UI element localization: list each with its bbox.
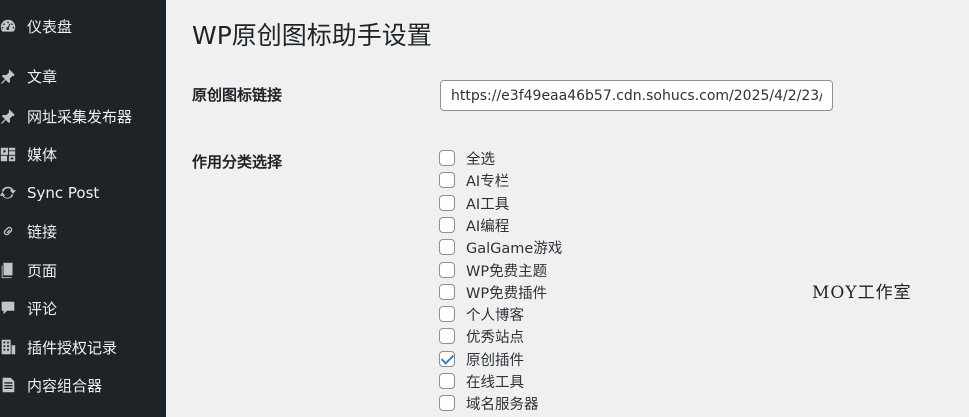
sidebar-item-label: 网址采集发布器 [27,107,133,126]
sidebar-item-label: 文章 [27,67,58,86]
checkbox[interactable] [439,217,455,233]
sidebar-item-label: Sync Post [27,184,100,202]
sidebar-item-license-records[interactable]: 插件授权记录 [0,328,166,366]
media-icon [0,144,18,164]
category-option-label: WP免费主题 [466,263,548,280]
category-option[interactable]: WP免费主题 [439,259,547,281]
category-option-label: 个人博客 [466,307,524,324]
sidebar-item-label: 仪表盘 [27,17,73,36]
sidebar-item-label: 评论 [27,299,58,318]
sync-icon [0,183,18,203]
checkbox[interactable] [439,150,455,166]
pin-icon [0,66,18,86]
category-option-label: 在线工具 [466,374,524,391]
category-option-label: GalGame游戏 [466,240,563,257]
category-option[interactable]: GalGame游戏 [439,236,562,258]
category-option[interactable]: AI专栏 [439,169,509,191]
sidebar-item-pages[interactable]: 页面 [0,251,166,289]
watermark: MOY工作室 [812,283,912,303]
sidebar-item-url-collector[interactable]: 网址采集发布器 [0,97,166,135]
sidebar-item-sync-post[interactable]: Sync Post [0,174,166,212]
page-title: WP原创图标助手设置 [192,21,432,50]
category-option-label: 优秀站点 [466,329,524,346]
category-option[interactable]: 在线工具 [439,370,524,392]
sidebar-item-label: 页面 [27,261,58,280]
category-option-label: 全选 [466,151,495,168]
checkbox[interactable] [439,172,455,188]
link-icon [0,221,18,241]
checkbox[interactable] [439,239,455,255]
category-option-label: AI编程 [466,218,510,235]
sidebar-item-label: 媒体 [27,145,58,164]
pin-icon [0,106,18,126]
checkbox[interactable] [439,262,455,278]
sidebar-item-dashboard[interactable]: 仪表盘 [0,7,166,45]
dashboard-icon [0,16,18,36]
category-option[interactable]: 全选 [439,147,495,169]
category-option-label: WP免费插件 [466,285,548,302]
category-option[interactable]: 域名服务器 [439,392,539,414]
category-option-label: AI专栏 [466,173,510,190]
checkbox[interactable] [439,306,455,322]
checkbox[interactable] [439,328,455,344]
sidebar-item-comments[interactable]: 评论 [0,289,166,327]
link-field-label: 原创图标链接 [192,86,283,104]
document-icon [0,375,18,395]
sidebar-item-label: 链接 [27,222,58,241]
sidebar-item-label: 内容组合器 [27,376,103,395]
sidebar-item-links[interactable]: 链接 [0,212,166,250]
category-field-label: 作用分类选择 [192,153,283,171]
checkbox-checked[interactable] [439,351,455,367]
page-icon [0,260,18,280]
checkbox[interactable] [439,284,455,300]
category-option[interactable]: WP免费插件 [439,281,547,303]
category-option-label: AI工具 [466,196,510,213]
icon-link-input[interactable] [440,80,833,111]
comment-icon [0,298,18,318]
checkbox[interactable] [439,195,455,211]
category-option[interactable]: AI编程 [439,214,509,236]
category-option-label: 原创插件 [466,352,524,369]
category-option[interactable]: 优秀站点 [439,325,524,347]
checkbox[interactable] [439,395,455,411]
building-icon [0,337,18,357]
category-option-label: 域名服务器 [466,396,539,413]
category-option[interactable]: 原创插件 [439,348,524,370]
sidebar-item-label: 插件授权记录 [27,338,118,357]
admin-sidebar: 仪表盘 文章 网址采集发布器 媒体 Sync Post 链接 页面 评论 插件授… [0,0,166,417]
sidebar-item-posts[interactable]: 文章 [0,57,166,95]
sidebar-item-content-combiner[interactable]: 内容组合器 [0,366,166,404]
category-option[interactable]: AI工具 [439,192,509,214]
category-option[interactable]: 个人博客 [439,303,524,325]
sidebar-item-media[interactable]: 媒体 [0,135,166,173]
checkbox[interactable] [439,373,455,389]
